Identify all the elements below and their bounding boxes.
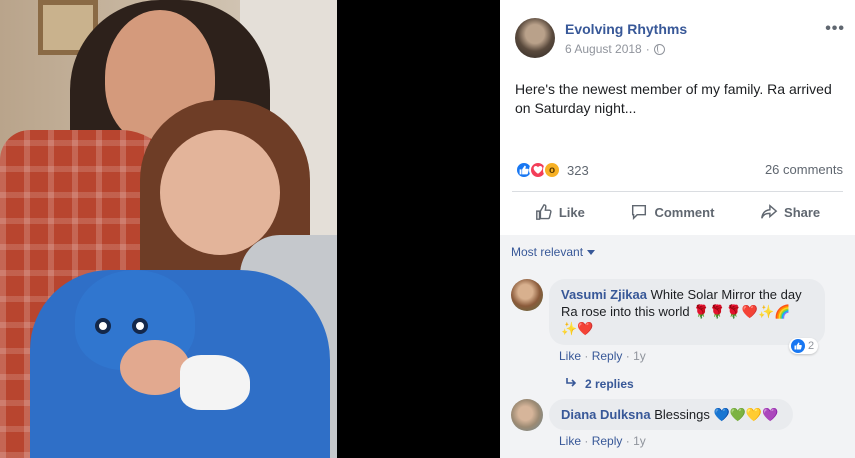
comment-sort-dropdown[interactable]: Most relevant — [511, 245, 596, 259]
like-button[interactable]: Like — [535, 203, 585, 221]
comment-reaction-badge[interactable]: 2 — [789, 338, 819, 354]
comment-line: ✨❤️ — [561, 321, 594, 336]
comment-like-link[interactable]: Like — [559, 349, 581, 363]
post-photo[interactable] — [0, 0, 337, 458]
comment-text: Blessings 💙💚💛💜 — [650, 407, 779, 422]
comment-line: Ra rose into this world 🌹🌹🌹❤️✨🌈 — [561, 304, 791, 319]
dot-separator: · — [625, 434, 634, 448]
comment-actions: Like · Reply · 1y — [559, 349, 646, 363]
lightbox-gap — [337, 0, 500, 458]
commenter-name[interactable]: Diana Dulksna — [561, 407, 651, 422]
commenter-avatar[interactable] — [511, 279, 543, 311]
comment-reply-link[interactable]: Reply — [592, 349, 623, 363]
commenter-avatar[interactable] — [511, 399, 543, 431]
photo-hood-eye — [132, 318, 148, 334]
like-icon — [791, 339, 805, 353]
view-replies-link[interactable]: 2 replies — [565, 376, 634, 391]
comment: Vasumi Zjikaa White Solar Mirror the day… — [511, 279, 851, 419]
sort-label: Most relevant — [511, 245, 584, 259]
post-text: Here's the newest member of my family. R… — [515, 80, 840, 118]
comment-reply-link[interactable]: Reply — [592, 434, 623, 448]
comment-text: White Solar Mirror the day — [647, 287, 802, 302]
reaction-count[interactable]: 323 — [567, 163, 589, 178]
comment-time[interactable]: 1y — [633, 434, 646, 448]
comments-count[interactable]: 26 comments — [765, 162, 843, 177]
comment: Diana Dulksna Blessings 💙💚💛💜 Like · Repl… — [511, 399, 851, 455]
comment-icon — [632, 204, 647, 221]
post-panel: Evolving Rhythms 6 August 2018 · ••• Her… — [500, 0, 855, 458]
share-button[interactable]: Share — [760, 203, 820, 221]
dot-separator: · — [625, 349, 634, 363]
author-name[interactable]: Evolving Rhythms — [565, 21, 687, 37]
comment-like-link[interactable]: Like — [559, 434, 581, 448]
replies-count: 2 replies — [585, 376, 634, 391]
reply-arrow-icon — [565, 376, 577, 391]
thumbs-up-icon — [535, 204, 552, 220]
comment-time[interactable]: 1y — [633, 349, 646, 363]
share-label: Share — [784, 204, 821, 220]
post-header: Evolving Rhythms 6 August 2018 · ••• — [515, 18, 845, 62]
comment-like-count: 2 — [808, 340, 815, 352]
commenter-name[interactable]: Vasumi Zjikaa — [561, 287, 647, 302]
photo-hood-teeth — [180, 355, 250, 410]
comment-bubble: Vasumi Zjikaa White Solar Mirror the day… — [549, 279, 825, 345]
photo-girl-face — [160, 130, 280, 255]
panel-top-edge — [500, 0, 855, 6]
wow-icon: o — [543, 161, 561, 179]
caret-down-icon — [587, 249, 596, 255]
divider — [512, 191, 843, 192]
action-bar: Like Comment Share — [512, 196, 843, 228]
dot-separator: · — [584, 349, 592, 363]
comments-section: Most relevant Vasumi Zjikaa White Solar … — [500, 235, 855, 458]
comment-button[interactable]: Comment — [630, 203, 714, 221]
share-icon — [761, 204, 778, 219]
post-text-line: on Saturday night... — [515, 100, 637, 116]
photo-hood-eye — [95, 318, 111, 334]
like-label: Like — [558, 204, 585, 220]
post-text-line: Here's the newest member of my family. R… — [515, 81, 832, 97]
author-avatar[interactable] — [515, 18, 555, 58]
comment-bubble: Diana Dulksna Blessings 💙💚💛💜 — [549, 399, 793, 430]
post-date[interactable]: 6 August 2018 — [565, 42, 642, 56]
comment-actions: Like · Reply · 1y — [559, 434, 646, 448]
more-options-icon[interactable]: ••• — [825, 20, 845, 38]
comment-line: Vasumi Zjikaa White Solar Mirror the day — [561, 286, 813, 303]
meta-separator: · — [645, 42, 650, 56]
dot-separator: · — [584, 434, 592, 448]
globe-icon — [653, 43, 665, 55]
reactions-summary[interactable]: o 323 — [515, 160, 589, 180]
comment-label: Comment — [654, 204, 715, 220]
post-meta: 6 August 2018 · — [565, 42, 665, 56]
